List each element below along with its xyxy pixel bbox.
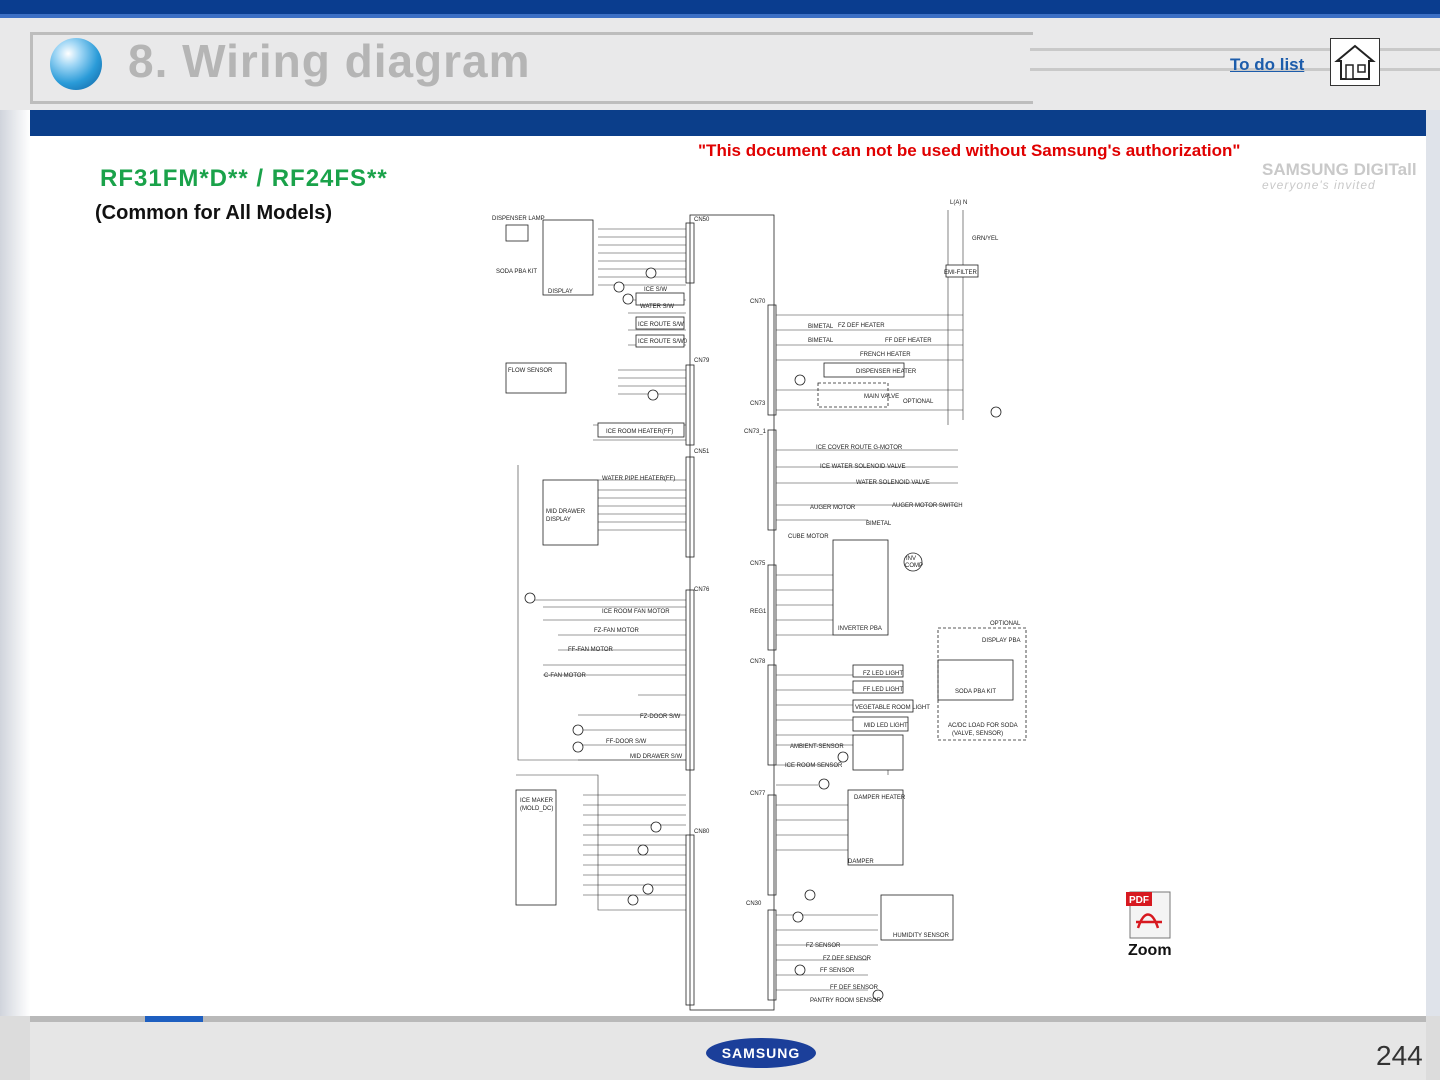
svg-text:AC/DC LOAD FOR SODA: AC/DC LOAD FOR SODA [948, 723, 1018, 729]
footer: SAMSUNG 244 [0, 1016, 1440, 1080]
svg-text:CN75: CN75 [750, 561, 766, 567]
svg-text:CUBE MOTOR: CUBE MOTOR [788, 534, 829, 540]
svg-text:ICE S/W: ICE S/W [644, 287, 667, 293]
svg-text:COMP: COMP [905, 563, 923, 569]
svg-text:CN80: CN80 [694, 829, 710, 835]
svg-text:ICE ROOM SENSOR: ICE ROOM SENSOR [785, 763, 843, 769]
svg-text:BIMETAL: BIMETAL [808, 338, 834, 344]
svg-text:(MOLD_DC): (MOLD_DC) [520, 806, 553, 812]
svg-text:ICE ROUTE S/W: ICE ROUTE S/W [638, 322, 684, 328]
svg-text:FZ SENSOR: FZ SENSOR [806, 943, 841, 949]
svg-text:ICE WATER SOLENOID VALVE: ICE WATER SOLENOID VALVE [820, 464, 905, 470]
svg-text:ICE ROOM FAN MOTOR: ICE ROOM FAN MOTOR [602, 609, 670, 615]
svg-text:CN78: CN78 [750, 659, 766, 665]
svg-text:FZ DEF SENSOR: FZ DEF SENSOR [823, 956, 872, 962]
model-heading: RF31FM*D** / RF24FS** [100, 165, 388, 192]
svg-text:ICE ROOM HEATER(FF): ICE ROOM HEATER(FF) [606, 429, 673, 435]
svg-text:DISPLAY PBA: DISPLAY PBA [982, 638, 1020, 644]
svg-text:AUGER MOTOR SWITCH: AUGER MOTOR SWITCH [892, 503, 963, 509]
svg-text:WATER PIPE HEATER(FF): WATER PIPE HEATER(FF) [602, 476, 675, 482]
svg-text:CN77: CN77 [750, 791, 766, 797]
svg-text:PANTRY ROOM SENSOR: PANTRY ROOM SENSOR [810, 998, 882, 1004]
svg-text:FRENCH HEATER: FRENCH HEATER [860, 352, 911, 358]
svg-text:CN79: CN79 [694, 358, 710, 364]
top-bar [0, 0, 1440, 18]
footer-panel: SAMSUNG [30, 1022, 1426, 1080]
svg-text:GRN/YEL: GRN/YEL [972, 236, 999, 242]
svg-text:CN51: CN51 [694, 449, 710, 455]
svg-text:CN73: CN73 [750, 401, 766, 407]
svg-text:AUGER MOTOR: AUGER MOTOR [810, 505, 856, 511]
svg-text:FF LED LIGHT: FF LED LIGHT [863, 687, 903, 693]
svg-text:HUMIDITY SENSOR: HUMIDITY SENSOR [893, 933, 950, 939]
todo-list-link[interactable]: To do list [1230, 55, 1304, 75]
home-button[interactable] [1330, 38, 1380, 86]
svg-text:REG1: REG1 [750, 609, 767, 615]
svg-text:FLOW SENSOR: FLOW SENSOR [508, 368, 553, 374]
svg-text:L(A) N: L(A) N [950, 200, 967, 206]
svg-text:INV: INV [906, 556, 916, 562]
page-title: 8. Wiring diagram [128, 35, 531, 87]
svg-text:MAIN VALVE: MAIN VALVE [864, 394, 899, 400]
svg-text:ICE MAKER: ICE MAKER [520, 798, 554, 804]
header: 8. Wiring diagram To do list [0, 18, 1440, 110]
pdf-icon[interactable]: PDF [1124, 888, 1176, 940]
svg-text:SODA PBA KIT: SODA PBA KIT [496, 269, 537, 275]
svg-text:FF SENSOR: FF SENSOR [820, 968, 855, 974]
svg-text:C-FAN MOTOR: C-FAN MOTOR [544, 673, 587, 679]
svg-text:OPTIONAL: OPTIONAL [990, 621, 1021, 627]
svg-text:DAMPER HEATER: DAMPER HEATER [854, 795, 906, 801]
model-subtitle: (Common for All Models) [95, 202, 333, 224]
brand-logo: SAMSUNG DIGITall [1262, 160, 1417, 179]
header-band [0, 110, 1440, 136]
page-number: 244 [1376, 1040, 1423, 1071]
svg-text:DISPLAY: DISPLAY [548, 289, 573, 295]
svg-text:DISPENSER HEATER: DISPENSER HEATER [856, 369, 917, 375]
svg-text:FF DEF SENSOR: FF DEF SENSOR [830, 985, 879, 991]
brand-tagline: everyone's invited [1262, 178, 1376, 192]
svg-text:CN73_1: CN73_1 [744, 429, 767, 435]
svg-text:MID LED LIGHT: MID LED LIGHT [864, 723, 908, 729]
svg-text:(VALVE, SENSOR): (VALVE, SENSOR) [952, 731, 1003, 737]
home-icon [1334, 44, 1376, 80]
svg-text:ICE COVER ROUTE G-MOTOR: ICE COVER ROUTE G-MOTOR [816, 445, 903, 451]
zoom-link[interactable]: Zoom [1128, 942, 1172, 960]
globe-icon [50, 38, 102, 90]
adobe-pdf-icon: PDF [1126, 891, 1171, 939]
svg-text:DISPLAY: DISPLAY [546, 517, 571, 523]
svg-text:FZ DEF HEATER: FZ DEF HEATER [838, 323, 885, 329]
svg-text:SODA PBA KIT: SODA PBA KIT [955, 689, 996, 695]
svg-text:DISPENSER LAMP: DISPENSER LAMP [492, 216, 545, 222]
authorization-notice: "This document can not be used without S… [698, 141, 1241, 160]
svg-text:INVERTER PBA: INVERTER PBA [838, 626, 882, 632]
svg-text:FF-DOOR S/W: FF-DOOR S/W [606, 739, 647, 745]
right-shade [1426, 110, 1440, 1080]
svg-text:WATER SOLENOID VALVE: WATER SOLENOID VALVE [856, 480, 930, 486]
svg-text:CN30: CN30 [746, 901, 762, 907]
svg-text:CN70: CN70 [750, 299, 766, 305]
svg-text:BIMETAL: BIMETAL [866, 521, 892, 527]
svg-text:MID DRAWER S/W: MID DRAWER S/W [630, 754, 682, 760]
wiring-diagram: DISPENSER LAMP SODA PBA KIT DISPLAY ICE … [492, 200, 1027, 1011]
svg-text:FZ-DOOR S/W: FZ-DOOR S/W [640, 714, 681, 720]
left-shade [0, 110, 30, 1080]
svg-text:BIMETAL: BIMETAL [808, 324, 834, 330]
samsung-logo: SAMSUNG [706, 1038, 816, 1068]
svg-text:FF-FAN MOTOR: FF-FAN MOTOR [568, 647, 614, 653]
svg-text:EMI-FILTER: EMI-FILTER [944, 270, 978, 276]
svg-text:AMBIENT-SENSOR: AMBIENT-SENSOR [790, 744, 844, 750]
svg-text:FZ LED LIGHT: FZ LED LIGHT [863, 671, 903, 677]
svg-text:FF DEF HEATER: FF DEF HEATER [885, 338, 932, 344]
svg-text:CN76: CN76 [694, 587, 710, 593]
svg-text:VEGETABLE ROOM LIGHT: VEGETABLE ROOM LIGHT [855, 705, 930, 711]
svg-text:DAMPER: DAMPER [848, 859, 874, 865]
svg-text:FZ-FAN MOTOR: FZ-FAN MOTOR [594, 628, 640, 634]
svg-text:CN50: CN50 [694, 217, 710, 223]
svg-text:WATER S/W: WATER S/W [640, 304, 674, 310]
svg-text:OPTIONAL: OPTIONAL [903, 399, 934, 405]
svg-text:PDF: PDF [1129, 895, 1149, 906]
svg-text:MID DRAWER: MID DRAWER [546, 509, 586, 515]
svg-text:ICE ROUTE S/W0: ICE ROUTE S/W0 [638, 339, 688, 345]
